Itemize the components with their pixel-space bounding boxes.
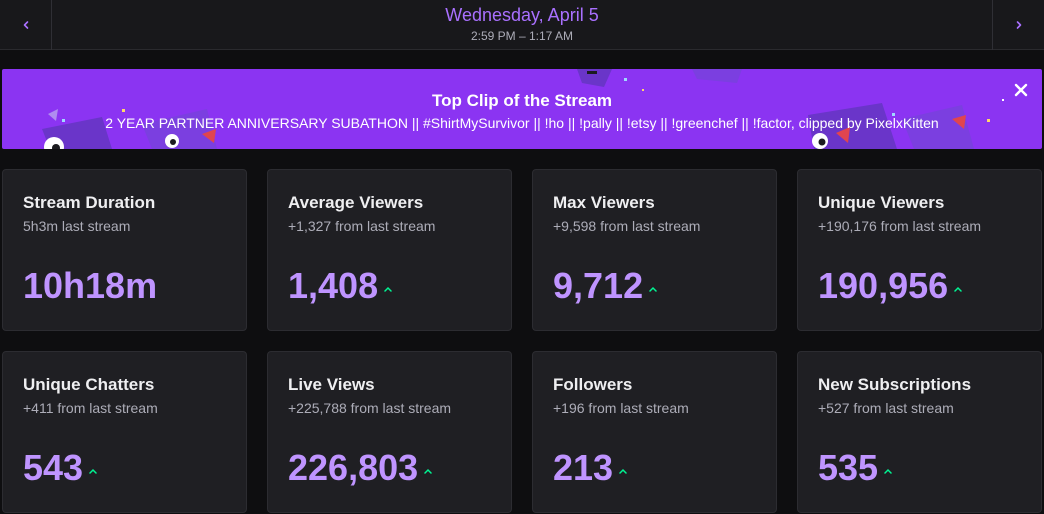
top-clip-info: Top Clip of the Stream 2 YEAR PARTNER AN… xyxy=(2,69,1042,149)
stat-comparison: +411 from last stream xyxy=(23,400,158,416)
trend-up-icon xyxy=(954,286,962,292)
stat-value: 190,956 xyxy=(818,265,949,306)
stats-grid: Stream Duration 5h3m last stream 10h18m … xyxy=(2,169,1042,513)
chevron-right-icon xyxy=(1016,21,1021,29)
stat-title: Max Viewers xyxy=(553,193,655,212)
stat-value-row: 10h18m xyxy=(23,266,157,306)
stat-card-live-views: Live Views +225,788 from last stream 226… xyxy=(267,351,512,513)
stat-card-average-viewers: Average Viewers +1,327 from last stream … xyxy=(267,169,512,331)
stat-value-row: 1,408 xyxy=(288,266,392,306)
top-clip-banner[interactable]: Top Clip of the Stream 2 YEAR PARTNER AN… xyxy=(2,69,1042,149)
stream-time-range: 2:59 PM – 1:17 AM xyxy=(470,29,574,43)
stream-date-title: Wednesday, April 5 xyxy=(445,5,599,25)
top-clip-subtitle: 2 YEAR PARTNER ANNIVERSARY SUBATHON || #… xyxy=(105,115,939,131)
stat-comparison: +196 from last stream xyxy=(553,400,689,416)
close-icon xyxy=(1014,83,1028,97)
stat-comparison: +9,598 from last stream xyxy=(553,218,701,234)
stat-title: Unique Viewers xyxy=(818,193,945,212)
stat-value-row: 226,803 xyxy=(288,448,432,488)
stat-value-row: 543 xyxy=(23,448,97,488)
stat-comparison: +225,788 from last stream xyxy=(288,400,452,416)
stat-value-row: 535 xyxy=(818,448,892,488)
previous-stream-button[interactable] xyxy=(0,0,52,50)
stat-title: Average Viewers xyxy=(288,193,424,212)
trend-up-icon xyxy=(649,286,657,292)
stat-card-new-subscriptions: New Subscriptions +527 from last stream … xyxy=(797,351,1042,513)
stat-card-max-viewers: Max Viewers +9,598 from last stream 9,71… xyxy=(532,169,777,331)
stat-comparison: +527 from last stream xyxy=(818,400,954,416)
trend-up-icon xyxy=(384,286,392,292)
stat-title: Unique Chatters xyxy=(23,375,155,394)
close-banner-button[interactable] xyxy=(1010,79,1032,101)
stat-title: Stream Duration xyxy=(23,193,156,212)
stat-card-stream-duration: Stream Duration 5h3m last stream 10h18m xyxy=(2,169,247,331)
stat-value: 535 xyxy=(818,447,879,488)
top-clip-title: Top Clip of the Stream xyxy=(431,91,613,110)
stat-value-row: 190,956 xyxy=(818,266,962,306)
stat-card-unique-viewers: Unique Viewers +190,176 from last stream… xyxy=(797,169,1042,331)
stat-value: 213 xyxy=(553,447,614,488)
trend-up-icon xyxy=(424,468,432,474)
trend-up-icon xyxy=(89,468,97,474)
stat-card-unique-chatters: Unique Chatters +411 from last stream 54… xyxy=(2,351,247,513)
stat-title: Followers xyxy=(553,375,633,394)
date-header: Wednesday, April 5 2:59 PM – 1:17 AM xyxy=(0,0,1044,50)
stat-title: Live Views xyxy=(288,375,375,394)
stat-value: 10h18m xyxy=(23,265,158,306)
stat-value-row: 9,712 xyxy=(553,266,657,306)
chevron-left-icon xyxy=(23,21,28,29)
stat-value-row: 213 xyxy=(553,448,627,488)
trend-up-icon xyxy=(619,468,627,474)
trend-up-icon xyxy=(884,468,892,474)
stat-value: 1,408 xyxy=(288,265,379,306)
stat-value: 543 xyxy=(23,447,84,488)
stat-value: 9,712 xyxy=(553,265,644,306)
stat-value: 226,803 xyxy=(288,447,419,488)
stat-title: New Subscriptions xyxy=(818,375,972,394)
next-stream-button[interactable] xyxy=(992,0,1044,50)
stat-comparison: +1,327 from last stream xyxy=(288,218,436,234)
stat-comparison: +190,176 from last stream xyxy=(818,218,982,234)
stream-date: Wednesday, April 5 2:59 PM – 1:17 AM xyxy=(52,0,992,50)
stat-comparison: 5h3m last stream xyxy=(23,218,131,234)
stat-card-followers: Followers +196 from last stream 213 xyxy=(532,351,777,513)
